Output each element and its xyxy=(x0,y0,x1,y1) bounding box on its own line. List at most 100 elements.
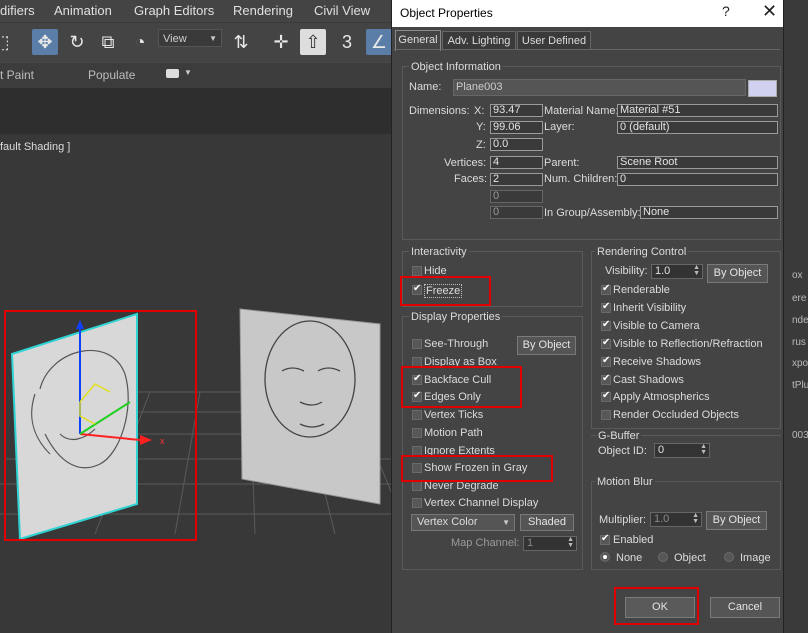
snap-3d-icon[interactable]: 3 xyxy=(334,29,360,55)
keyboard-shortcut-icon[interactable]: ⇧ xyxy=(300,29,326,55)
chevron-down-icon[interactable]: ▼ xyxy=(184,68,192,77)
place-icon[interactable]: ◔ xyxy=(127,29,153,55)
y-label: Y: xyxy=(476,121,486,133)
angle-snap-icon[interactable]: ∠ xyxy=(366,29,392,55)
render-occluded-checkbox[interactable] xyxy=(601,410,611,420)
radio-image[interactable] xyxy=(724,552,734,562)
object-paint-tab[interactable]: t Paint xyxy=(0,68,34,82)
ignore-extents-checkbox[interactable] xyxy=(412,446,422,456)
cancel-button[interactable]: Cancel xyxy=(710,597,780,618)
dimension-y-value: 99.06 xyxy=(490,121,543,134)
interactivity-title: Interactivity xyxy=(409,246,469,258)
panel-text-6: tPlu xyxy=(792,380,808,391)
menu-item-animation[interactable]: Animation xyxy=(54,3,112,18)
shaded-button[interactable]: Shaded xyxy=(520,514,574,531)
backface-cull-checkbox[interactable] xyxy=(412,373,422,385)
vertex-ticks-checkbox[interactable] xyxy=(412,410,422,420)
reference-coordinate-select[interactable]: View ▼ xyxy=(158,29,222,47)
apply-atmospherics-label: Apply Atmospherics xyxy=(613,391,710,403)
motion-path-checkbox[interactable] xyxy=(412,428,422,438)
panel-text-2: ere xyxy=(792,293,807,304)
object-id-spinner[interactable]: 0 ▲ ▼ xyxy=(654,443,710,458)
motion-blur-by-object-button[interactable]: By Object xyxy=(706,511,767,530)
tab-adv-lighting[interactable]: Adv. Lighting xyxy=(442,31,516,50)
help-icon[interactable]: ? xyxy=(722,3,730,19)
rendering-control-title: Rendering Control xyxy=(595,246,689,258)
ok-button[interactable]: OK xyxy=(625,597,695,618)
x-label: X: xyxy=(474,105,485,117)
never-degrade-checkbox[interactable] xyxy=(412,481,422,491)
visibility-spinner[interactable]: 1.0 ▲ ▼ xyxy=(651,264,703,279)
scale-icon[interactable]: ⧉ xyxy=(95,29,121,55)
faces-label: Faces: xyxy=(454,173,488,185)
radio-image-label: Image xyxy=(740,552,771,564)
vertices-label: Vertices: xyxy=(444,157,487,169)
tab-general[interactable]: General xyxy=(395,30,441,51)
select-manipulate-icon[interactable]: ✛ xyxy=(268,29,294,55)
menu-item-rendering[interactable]: Rendering xyxy=(233,3,293,18)
dimension-z-value: 0.0 xyxy=(490,138,543,151)
num-children-value: 0 xyxy=(617,173,778,186)
move-icon[interactable]: ✥ xyxy=(32,29,58,55)
renderable-label: Renderable xyxy=(613,284,670,296)
freeze-label: Freeze xyxy=(424,284,463,298)
ignore-extents-label: Ignore Extents xyxy=(424,445,495,457)
perspective-viewport[interactable]: fault Shading ] x xyxy=(0,134,392,633)
ribbon-toggle-icon[interactable] xyxy=(166,69,179,78)
vertex-channel-display-checkbox[interactable] xyxy=(412,498,422,508)
inherit-visibility-label: Inherit Visibility xyxy=(613,302,687,314)
group-assembly-value: None xyxy=(640,206,778,219)
panel-text-4: rus xyxy=(792,337,806,348)
viewport-header xyxy=(0,88,392,134)
vertex-color-dropdown[interactable]: Vertex Color ▼ xyxy=(411,514,515,531)
extra-count-2: 0 xyxy=(490,206,543,219)
radio-none-label: None xyxy=(616,552,643,564)
map-channel-spinner[interactable]: 1 ▲ ▼ xyxy=(523,536,577,551)
edges-only-label: Edges Only xyxy=(424,391,481,403)
show-frozen-gray-label: Show Frozen in Gray xyxy=(424,462,528,474)
radio-none[interactable] xyxy=(600,552,610,562)
object-information-title: Object Information xyxy=(409,61,503,73)
receive-shadows-checkbox[interactable] xyxy=(601,355,611,367)
show-frozen-gray-checkbox[interactable] xyxy=(412,463,422,473)
menu-item-graph-editors[interactable]: Graph Editors xyxy=(134,3,214,18)
hide-checkbox[interactable] xyxy=(412,266,422,276)
menu-item-modifiers[interactable]: difiers xyxy=(0,3,35,18)
map-channel-label: Map Channel: xyxy=(451,537,520,549)
vertex-channel-display-label: Vertex Channel Display xyxy=(424,497,539,509)
inherit-visibility-checkbox[interactable] xyxy=(601,301,611,313)
parent-value: Scene Root xyxy=(617,156,778,169)
radio-object[interactable] xyxy=(658,552,668,562)
visibility-label: Visibility: xyxy=(605,265,648,277)
renderable-checkbox[interactable] xyxy=(601,283,611,295)
visibility-by-object-button[interactable]: By Object xyxy=(707,264,768,283)
freeze-checkbox[interactable] xyxy=(412,283,422,295)
cast-shadows-checkbox[interactable] xyxy=(601,373,611,385)
multiplier-label: Multiplier: xyxy=(599,514,647,526)
parent-label: Parent: xyxy=(544,157,580,169)
populate-tab[interactable]: Populate xyxy=(88,68,135,82)
display-as-box-checkbox[interactable] xyxy=(412,357,422,367)
multiplier-spinner[interactable]: 1.0 ▲ ▼ xyxy=(650,512,702,527)
edges-only-checkbox[interactable] xyxy=(412,390,422,402)
layer-label: Layer: xyxy=(544,121,575,133)
visible-to-camera-checkbox[interactable] xyxy=(601,319,611,331)
select-region-icon[interactable]: ⬚ xyxy=(0,29,14,55)
hide-label: Hide xyxy=(424,265,447,277)
menu-item-civil-view[interactable]: Civil View xyxy=(314,3,370,18)
main-toolbar: ⬚ ✥ ↻ ⧉ ◔ View ▼ ⇅ ✛ ⇧ 3 ∠ xyxy=(0,22,392,63)
see-through-checkbox[interactable] xyxy=(412,339,422,349)
object-color-swatch[interactable] xyxy=(748,80,777,97)
enabled-checkbox[interactable] xyxy=(600,533,610,545)
group-assembly-label: In Group/Assembly: xyxy=(544,207,641,219)
close-icon[interactable]: ✕ xyxy=(762,1,777,22)
dialog-title-bar[interactable]: Object Properties ? ✕ xyxy=(392,0,783,27)
apply-atmospherics-checkbox[interactable] xyxy=(601,390,611,402)
visible-to-camera-label: Visible to Camera xyxy=(613,320,700,332)
tab-user-defined[interactable]: User Defined xyxy=(517,31,591,50)
pivot-icon[interactable]: ⇅ xyxy=(228,29,254,55)
rotate-icon[interactable]: ↻ xyxy=(64,29,90,55)
visible-to-reflection-checkbox[interactable] xyxy=(601,337,611,349)
name-input[interactable]: Plane003 xyxy=(453,79,746,96)
display-by-object-button[interactable]: By Object xyxy=(517,336,576,355)
